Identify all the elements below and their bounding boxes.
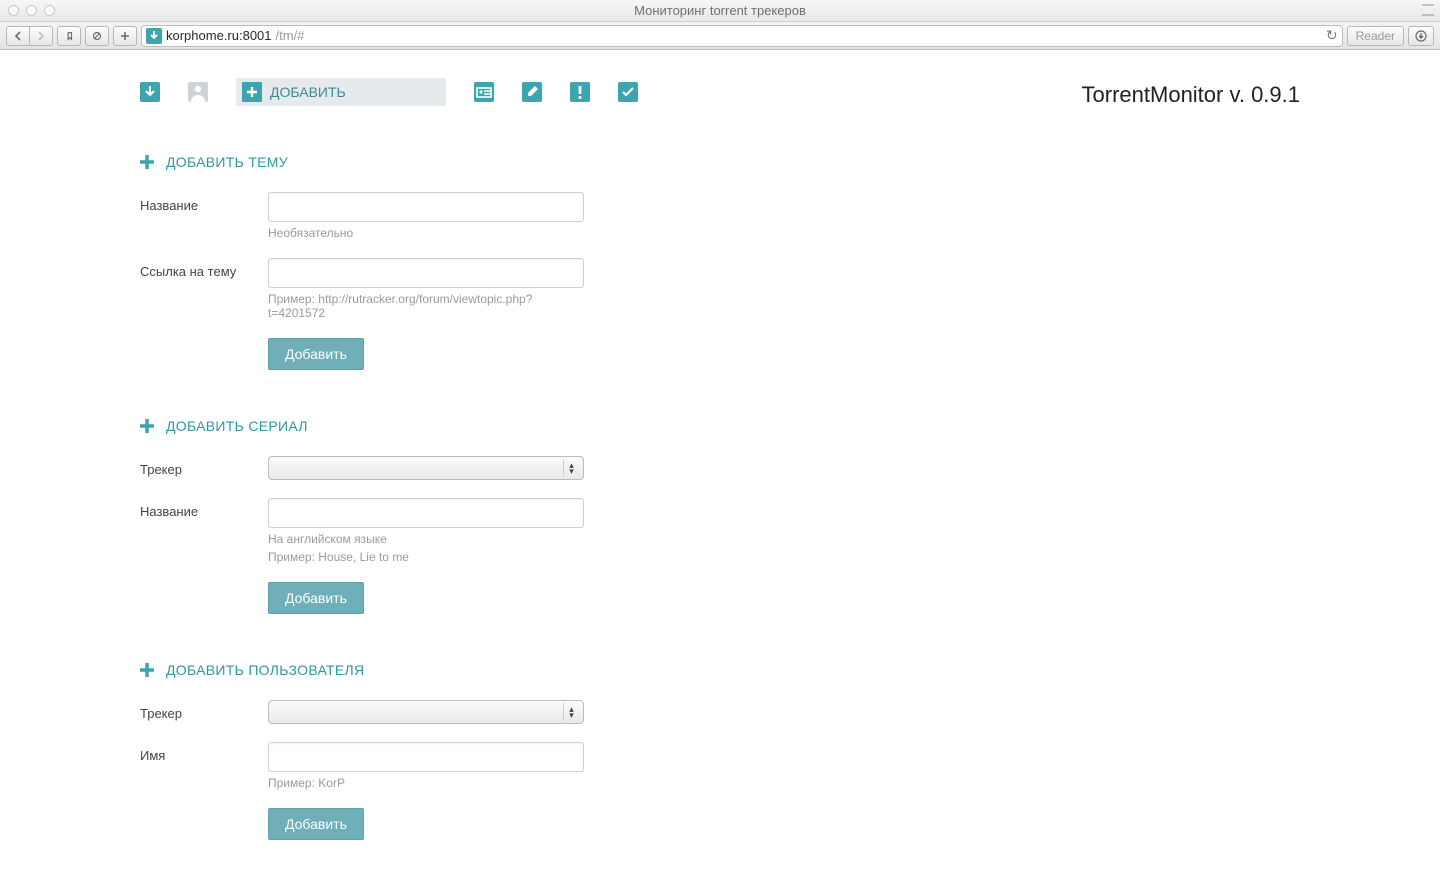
url-path: /tm/# — [276, 28, 305, 43]
hint-link-example: Пример: http://rutracker.org/forum/viewt… — [268, 292, 584, 320]
checks-nav-icon[interactable] — [618, 82, 638, 102]
user-submit-button[interactable]: Добавить — [268, 808, 364, 840]
series-tracker-select[interactable] — [269, 457, 583, 479]
window-titlebar: Мониторинг torrent трекеров — [0, 0, 1440, 22]
label-name: Название — [140, 498, 268, 519]
theme-link-input[interactable] — [268, 258, 584, 288]
section-title: ДОБАВИТЬ СЕРИАЛ — [166, 418, 308, 434]
close-window-button[interactable] — [8, 5, 19, 16]
plus-icon — [242, 82, 262, 102]
reload-icon[interactable]: ↻ — [1326, 27, 1338, 44]
theme-submit-button[interactable]: Добавить — [268, 338, 364, 370]
window-title: Мониторинг torrent трекеров — [0, 3, 1440, 18]
stop-button[interactable] — [85, 26, 109, 46]
plus-icon — [140, 419, 154, 433]
section-title: ДОБАВИТЬ ПОЛЬЗОВАТЕЛЯ — [166, 662, 364, 678]
credentials-nav-icon[interactable] — [474, 82, 494, 102]
back-button[interactable] — [6, 26, 29, 46]
section-title: ДОБАВИТЬ ТЕМУ — [166, 154, 288, 170]
zoom-window-button[interactable] — [44, 5, 55, 16]
profile-nav-icon[interactable] — [188, 82, 208, 102]
address-bar[interactable]: korphome.ru:8001/tm/# ↻ — [141, 25, 1343, 47]
plus-icon — [140, 663, 154, 677]
series-submit-button[interactable]: Добавить — [268, 582, 364, 614]
series-name-input[interactable] — [268, 498, 584, 528]
hint-optional: Необязательно — [268, 226, 584, 240]
label-tracker: Трекер — [140, 456, 268, 477]
minimize-window-button[interactable] — [26, 5, 37, 16]
bookmarks-button[interactable] — [57, 26, 81, 46]
downloads-nav-icon[interactable] — [140, 82, 160, 102]
section-add-series: ДОБАВИТЬ СЕРИАЛ Трекер ▴▾ Название На ан… — [140, 418, 1440, 614]
hint-example: Пример: KorP — [268, 776, 584, 790]
forward-button[interactable] — [29, 26, 53, 46]
label-tracker: Трекер — [140, 700, 268, 721]
downloads-button[interactable] — [1408, 26, 1434, 46]
fullscreen-icon[interactable] — [1422, 4, 1434, 16]
section-add-theme: ДОБАВИТЬ ТЕМУ Название Необязательно Ссы… — [140, 154, 1440, 370]
site-favicon-icon — [146, 28, 162, 44]
add-nav-button[interactable]: ДОБАВИТЬ — [236, 78, 446, 106]
label-name: Название — [140, 192, 268, 213]
settings-nav-icon[interactable] — [522, 82, 542, 102]
theme-name-input[interactable] — [268, 192, 584, 222]
add-nav-label: ДОБАВИТЬ — [270, 84, 346, 100]
section-add-user: ДОБАВИТЬ ПОЛЬЗОВАТЕЛЯ Трекер ▴▾ Имя Прим… — [140, 662, 1440, 840]
user-tracker-select[interactable] — [269, 701, 583, 723]
app-title: TorrentMonitor v. 0.9.1 — [1082, 82, 1300, 108]
hint-example: Пример: House, Lie to me — [268, 550, 584, 564]
label-link: Ссылка на тему — [140, 258, 268, 279]
plus-icon — [140, 155, 154, 169]
hint-lang: На английском языке — [268, 532, 584, 546]
url-host: korphome.ru:8001 — [166, 28, 272, 43]
alerts-nav-icon[interactable] — [570, 82, 590, 102]
reader-button[interactable]: Reader — [1347, 26, 1404, 46]
user-name-input[interactable] — [268, 742, 584, 772]
browser-toolbar: korphome.ru:8001/tm/# ↻ Reader — [0, 22, 1440, 50]
label-name: Имя — [140, 742, 268, 763]
add-bookmark-button[interactable] — [113, 26, 137, 46]
